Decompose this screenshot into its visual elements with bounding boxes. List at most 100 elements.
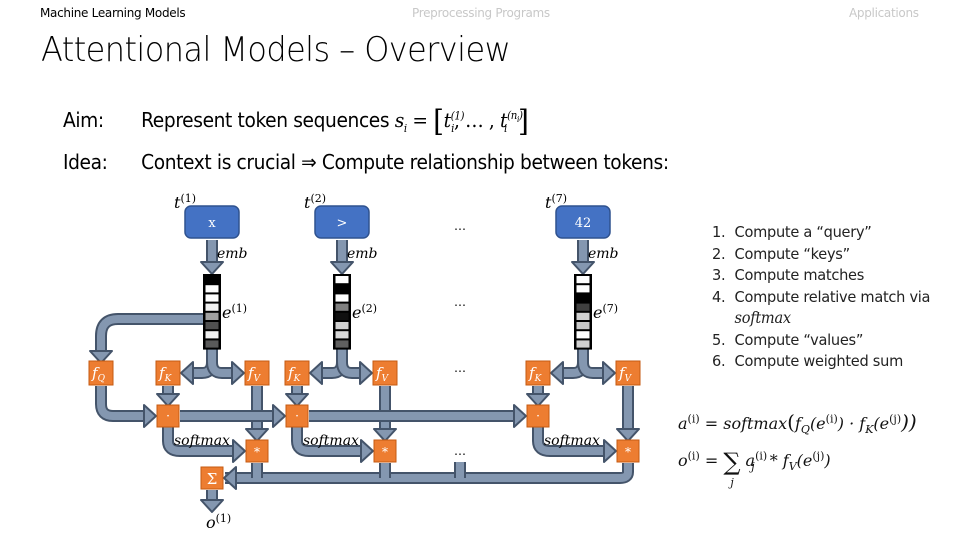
sum-sub: j — [730, 476, 734, 489]
dot-label: · — [295, 409, 299, 423]
softmax-arrow — [360, 439, 374, 463]
f-a-arg1-sup: (i) — [825, 412, 838, 426]
token-value: 42 — [575, 216, 592, 231]
step-text: Compute “keys” — [734, 244, 851, 263]
emb-arrow — [571, 261, 595, 275]
embedding-cell — [335, 285, 349, 293]
embedding-cell — [205, 331, 219, 339]
dot-label: · — [166, 409, 170, 423]
query-row-arrow-2 — [513, 404, 527, 428]
f-a-lhs: a — [678, 414, 688, 433]
f-a-mid: ) · — [837, 414, 860, 433]
fv-mul-arrow — [245, 428, 269, 442]
embedding-cell — [205, 285, 219, 293]
fv-arrow — [602, 361, 616, 385]
f-a-arg2: (e — [873, 414, 890, 433]
steps-list: 1. Compute a “query” 2. Compute “keys” 3. C… — [712, 222, 930, 373]
f-a-open: ( — [787, 410, 795, 434]
softmax-label: softmax — [174, 433, 230, 449]
f-a-arg2-sup: (j) — [889, 412, 902, 426]
step-text: Compute matches — [734, 266, 865, 284]
fv-arrow — [231, 361, 245, 385]
emb-arrow — [330, 261, 354, 275]
step-item: 6. Compute weighted sum — [712, 351, 930, 373]
embedding-cell — [205, 276, 219, 284]
embedding-cell — [335, 331, 349, 339]
f-o-sum: ∑ j — [723, 448, 741, 489]
sum-symbol: ∑ — [723, 448, 741, 476]
output-arrow — [200, 499, 224, 513]
step-num: 5. — [712, 330, 726, 349]
embedding-cell — [335, 276, 349, 284]
embedding-cell — [576, 276, 590, 284]
embedding-cell — [205, 340, 219, 348]
embedding-label: e(1) — [222, 302, 247, 322]
embedding-label: e(7) — [593, 302, 618, 322]
f-o-arg: (e — [796, 451, 813, 470]
f-o-a-sub: j — [751, 460, 755, 474]
f-o-fv-sub: V — [788, 460, 797, 474]
embedding-cell — [576, 285, 590, 293]
embedding-cell — [205, 303, 219, 311]
embedding-cell — [335, 294, 349, 302]
f-o-mul: * — [764, 451, 783, 470]
softmax-arrow — [603, 439, 617, 463]
query-pipe-outline — [95, 313, 206, 351]
emb-arrow — [200, 261, 224, 275]
ellipsis: … — [454, 295, 466, 309]
step-num: 3. — [712, 266, 726, 284]
fk-dot-arrow — [285, 393, 309, 407]
softmax-label: softmax — [544, 433, 600, 449]
embedding-label: e(2) — [352, 302, 377, 322]
emb-label: emb — [347, 246, 378, 262]
step-text: Compute a “query” — [734, 223, 872, 241]
fv-arrow — [359, 361, 373, 385]
step-item: 4. Compute relative match via — [712, 287, 930, 309]
step-num: 2. — [712, 244, 726, 263]
f-o-eq: = — [699, 451, 724, 470]
emb-label: emb — [588, 246, 619, 262]
fk-arrow — [309, 361, 323, 385]
dot-label: · — [536, 409, 540, 423]
f-a-arg1: (e — [809, 414, 826, 433]
step-text: Compute relative match via — [734, 287, 931, 306]
formula-attention-weights: a(i) = softmax(fQ(e(i)) · fK(e(j))) — [678, 410, 917, 436]
mul-label: * — [382, 445, 388, 459]
embedding-cell — [576, 294, 590, 302]
step-num: 4. — [712, 287, 726, 306]
f-o-arg-sup: (j) — [812, 449, 825, 463]
mul-label: * — [254, 445, 260, 459]
step-num: 1. — [712, 223, 726, 241]
softmax-arrow — [232, 439, 246, 463]
fk-arrow — [550, 361, 564, 385]
ellipsis: … — [454, 361, 466, 375]
embedding-cell — [576, 331, 590, 339]
mul-label: * — [625, 445, 631, 459]
ellipsis: … — [454, 444, 466, 458]
softmax-label: softmax — [303, 433, 359, 449]
step-text-softmax: softmax — [734, 309, 792, 327]
step-num: 6. — [712, 352, 726, 370]
fk-arrow — [180, 361, 194, 385]
embedding-cell — [205, 322, 219, 330]
embedding-cell — [576, 303, 590, 311]
f-a-sup: (i) — [687, 412, 700, 426]
fk-dot-arrow — [156, 393, 180, 407]
step-item: 1. Compute a “query” — [712, 222, 930, 244]
token-value: x — [208, 216, 216, 231]
query-row-arrow — [272, 404, 286, 428]
fv-mul-arrow — [616, 428, 640, 442]
f-o-sup: (i) — [687, 449, 700, 463]
step-item: 5. Compute “values” — [712, 330, 930, 352]
f-o-lhs: o — [678, 451, 688, 470]
f-a-fq-sub: Q — [800, 423, 810, 437]
f-o-close: ) — [824, 451, 831, 470]
embedding-cell — [205, 294, 219, 302]
f-a-eq: = softmax — [699, 414, 788, 433]
step-text: Compute weighted sum — [734, 352, 904, 370]
ellipsis: … — [454, 219, 466, 233]
sum-label: Σ — [207, 470, 218, 488]
embedding-cell — [335, 322, 349, 330]
embedding-cell — [576, 340, 590, 348]
embedding-cell — [576, 312, 590, 320]
